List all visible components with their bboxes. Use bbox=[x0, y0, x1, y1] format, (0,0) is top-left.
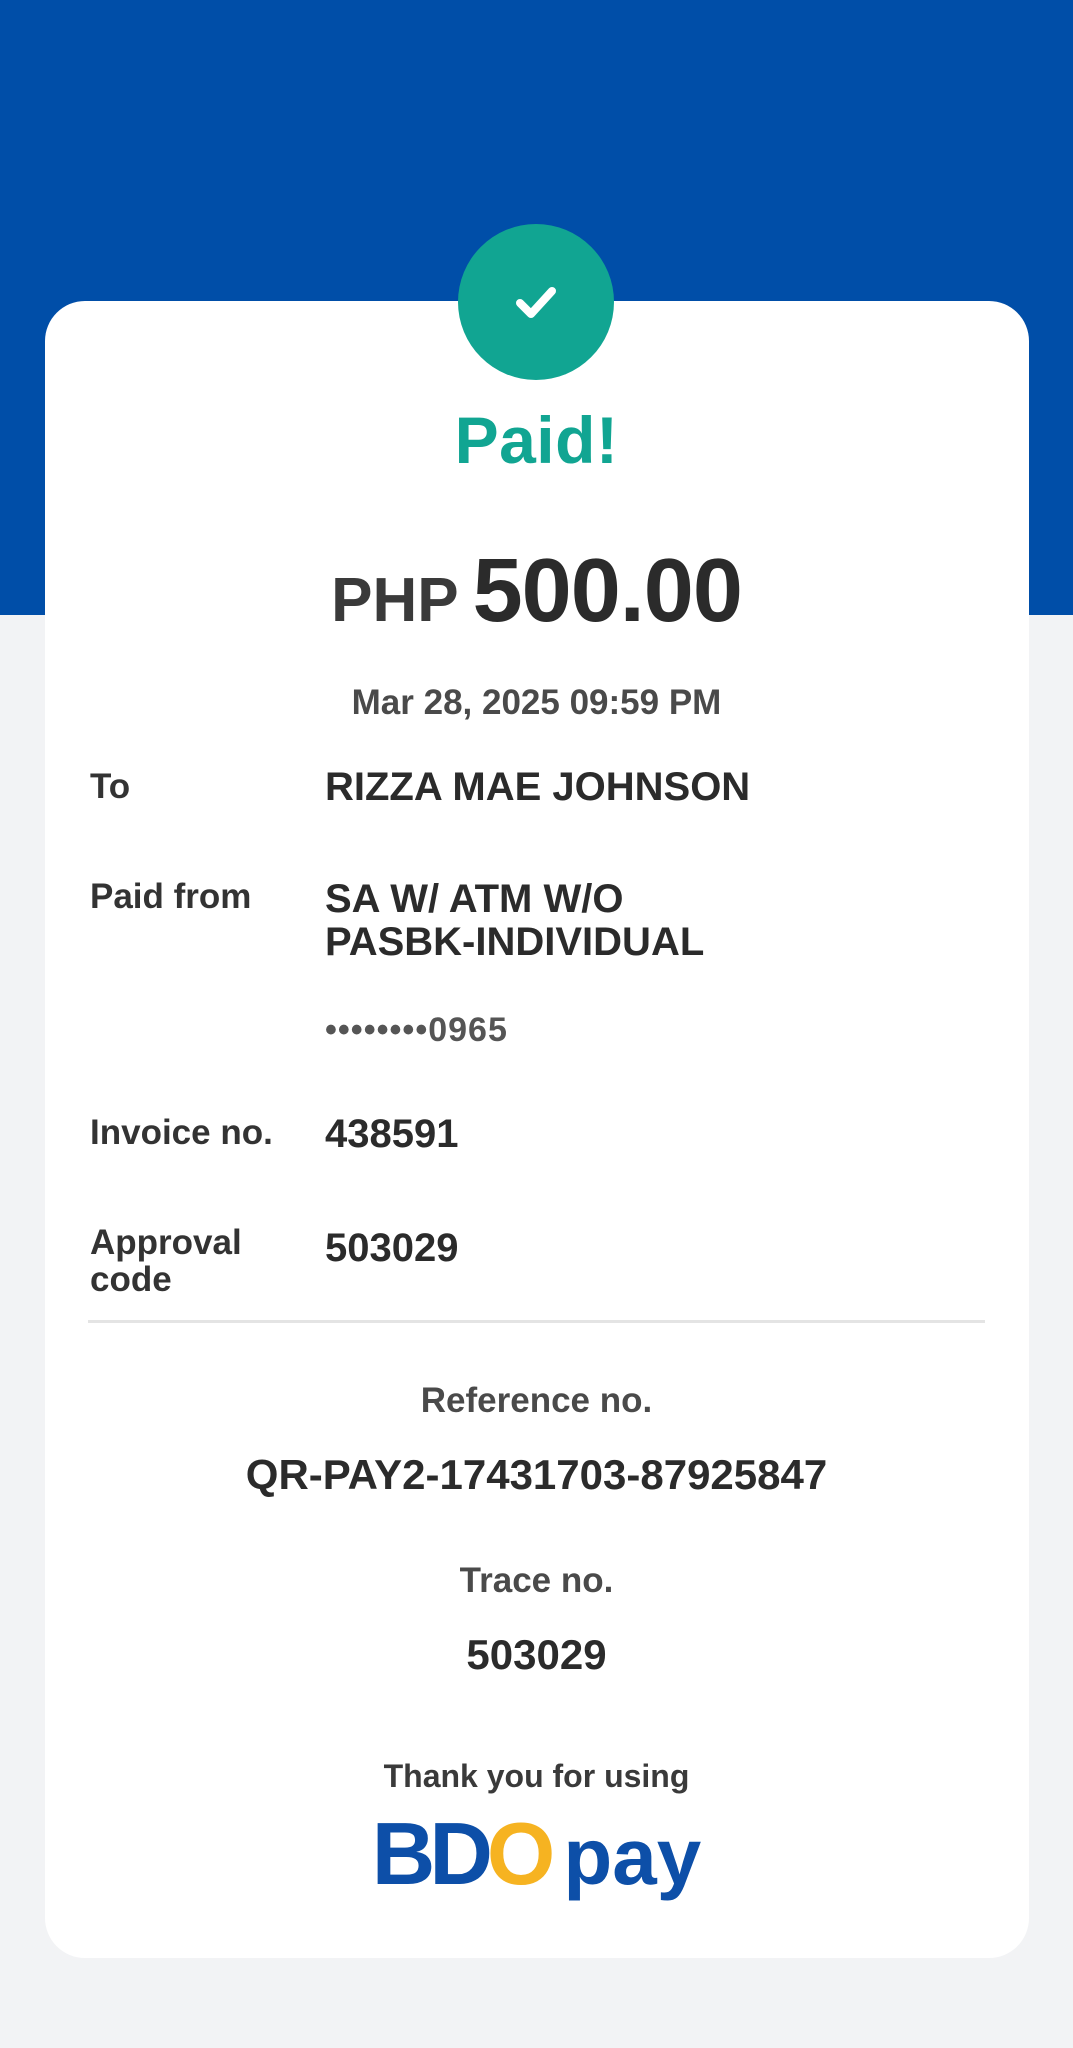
paid-from-label: Paid from bbox=[90, 877, 252, 916]
logo-letter-o: O bbox=[486, 1804, 564, 1903]
amount-value: 500.00 bbox=[472, 541, 743, 641]
approval-code: 503029 bbox=[325, 1226, 459, 1270]
trace-label: Trace no. bbox=[459, 1561, 614, 1600]
invoice-number: 438591 bbox=[325, 1112, 459, 1156]
check-icon bbox=[516, 287, 556, 318]
bdo-pay-logo: BDOpay bbox=[0, 1810, 1073, 1898]
approval-label-line2: code bbox=[90, 1260, 172, 1299]
reference-label: Reference no. bbox=[420, 1381, 653, 1420]
approval-label-line1: Approval bbox=[90, 1223, 242, 1262]
to-label: To bbox=[90, 767, 131, 806]
currency-code: PHP bbox=[331, 566, 459, 635]
reference-number: QR-PAY2-17431703-87925847 bbox=[245, 1451, 828, 1498]
logo-word-pay: pay bbox=[563, 1812, 702, 1901]
thank-you-text: Thank you for using bbox=[383, 1758, 690, 1794]
transaction-datetime: Mar 28, 2025 09:59 PM bbox=[351, 683, 722, 722]
masked-account-number: ••••••••0965 bbox=[325, 1011, 508, 1049]
status-title: Paid! bbox=[454, 403, 619, 477]
divider bbox=[88, 1320, 985, 1323]
trace-number: 503029 bbox=[466, 1631, 607, 1678]
recipient-name: RIZZA MAE JOHNSON bbox=[325, 765, 751, 809]
logo-letter-d: D bbox=[429, 1804, 493, 1903]
invoice-label: Invoice no. bbox=[90, 1113, 273, 1152]
logo-letter-b: B bbox=[371, 1804, 436, 1903]
success-badge bbox=[458, 224, 614, 380]
source-account-line2: PASBK-INDIVIDUAL bbox=[325, 920, 705, 964]
payment-amount: PHP 500.00 bbox=[0, 540, 1073, 643]
source-account-line1: SA W/ ATM W/O bbox=[325, 877, 624, 921]
